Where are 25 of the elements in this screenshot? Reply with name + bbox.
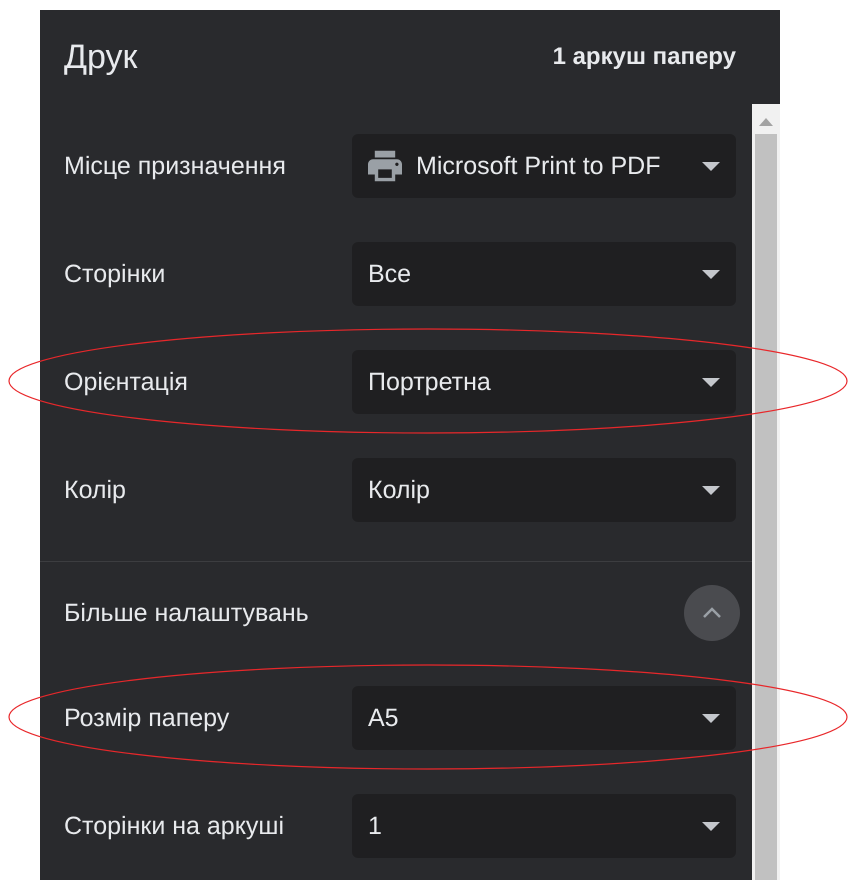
- more-settings-label: Більше налаштувань: [64, 598, 310, 628]
- dropdown-caret-icon: [702, 714, 720, 722]
- printer-icon: [368, 149, 402, 183]
- dropdown-select[interactable]: 1: [352, 794, 736, 858]
- dropdown-select[interactable]: Все: [352, 242, 736, 306]
- dropdown-caret-icon: [702, 486, 720, 494]
- dropdown-caret-icon: [702, 822, 720, 830]
- setting-label: Сторінки на аркуші: [64, 812, 286, 840]
- setting-label: Місце призначення: [64, 152, 287, 180]
- setting-label: Колір: [64, 476, 127, 504]
- dropdown-caret-icon: [702, 378, 720, 386]
- dropdown-caret-icon: [702, 270, 720, 278]
- dropdown-select[interactable]: Колір: [352, 458, 736, 522]
- setting-label: Сторінки: [64, 260, 166, 288]
- scrollbar[interactable]: [752, 104, 780, 880]
- dialog-title: Друк: [64, 38, 138, 76]
- dropdown-caret-icon: [702, 162, 720, 170]
- setting-label: Орієнтація: [64, 368, 189, 396]
- chevron-icon: [702, 607, 722, 619]
- sheet-count: 1 аркуш паперу: [552, 43, 736, 71]
- dropdown-select[interactable]: A5: [352, 686, 736, 750]
- scroll-up-arrow-icon[interactable]: [759, 118, 773, 126]
- setting-label: Розмір паперу: [64, 704, 230, 732]
- dropdown-select[interactable]: Microsoft Print to PDF: [352, 134, 736, 198]
- dropdown-select[interactable]: Портретна: [352, 350, 736, 414]
